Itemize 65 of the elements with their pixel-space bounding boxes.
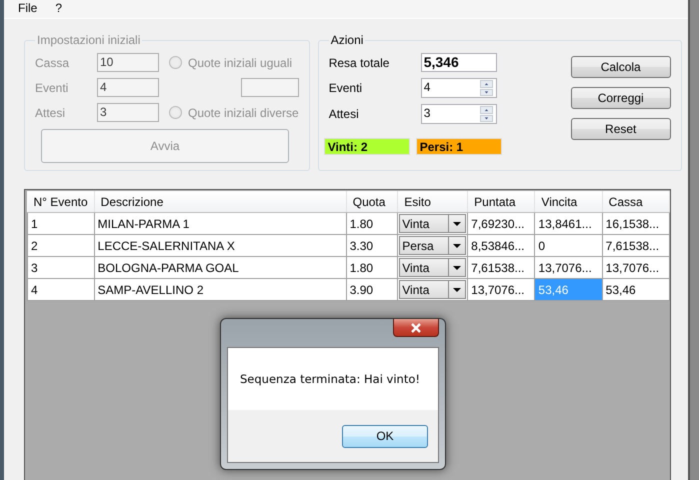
outcome-dropdown[interactable]: Vinta: [399, 280, 466, 299]
outcome-dropdown[interactable]: Vinta: [399, 258, 466, 277]
outcome-dropdown[interactable]: Persa: [399, 236, 466, 255]
table-cell: 53,46: [534, 278, 602, 300]
input-field: [240, 78, 299, 97]
spinner-field[interactable]: 3: [420, 104, 497, 124]
table-cell: MILAN-PARMA 1: [94, 212, 346, 234]
table-cell: BOLOGNA-PARMA GOAL: [94, 256, 346, 278]
field-label: Attesi: [328, 107, 360, 121]
table-cell: 2: [28, 234, 94, 256]
outcome-dropdown[interactable]: Vinta: [399, 214, 466, 233]
table-cell: 7,61538...: [602, 234, 670, 256]
input-field: 3: [97, 103, 159, 122]
caret-icon: [453, 244, 462, 248]
table-cell: 7,69230...: [468, 212, 535, 234]
group-title: Azioni: [330, 33, 364, 47]
table-cell: 0: [534, 234, 602, 256]
field-label: Resa totale: [328, 56, 390, 70]
table-cell: 1.80: [346, 212, 398, 234]
table-cell: 3.90: [346, 278, 398, 300]
column-header[interactable]: Vincita: [534, 191, 602, 212]
field-label: Eventi: [328, 81, 364, 95]
action-button[interactable]: Correggi: [570, 87, 671, 109]
close-button[interactable]: [393, 319, 439, 337]
action-button[interactable]: Reset: [570, 118, 671, 140]
input-field: 10: [97, 53, 159, 72]
table-cell: SAMP-AVELLINO 2: [94, 278, 346, 300]
table-cell: 1: [28, 212, 94, 234]
total-field[interactable]: 5,346: [420, 53, 497, 72]
spinner-field[interactable]: 4: [420, 78, 497, 98]
table-cell: 13,7076...: [468, 278, 535, 300]
table-cell: 3: [28, 256, 94, 278]
close-icon: [410, 322, 422, 332]
column-header[interactable]: Quota: [346, 191, 398, 212]
action-button[interactable]: Calcola: [570, 56, 671, 78]
caret-icon: [453, 288, 462, 292]
caret-icon: [453, 222, 462, 226]
table-cell: 13,8461...: [534, 212, 602, 234]
group-title: Impostazioni iniziali: [36, 33, 142, 47]
dialog-message: Sequenza terminata: Hai vinto!: [240, 372, 420, 386]
table-cell: 13,7076...: [534, 256, 602, 278]
table-cell: 13,7076...: [602, 256, 670, 278]
column-header[interactable]: Puntata: [468, 191, 535, 212]
menu-item[interactable]: ?: [55, 1, 62, 17]
table-cell: LECCE-SALERNITANA X: [94, 234, 346, 256]
caret-icon: [453, 266, 462, 270]
column-header[interactable]: N° Evento: [28, 191, 94, 212]
table-cell: 7,61538...: [468, 256, 535, 278]
table-cell: 53,46: [602, 278, 670, 300]
field-label: Attesi: [35, 106, 66, 120]
table-cell: 3.30: [346, 234, 398, 256]
field-label: Cassa: [35, 56, 70, 70]
table-cell: 8,53846...: [468, 234, 535, 256]
column-header[interactable]: Descrizione: [94, 191, 346, 212]
counter-label: Vinti: 2: [324, 138, 410, 155]
ok-button[interactable]: OK: [342, 424, 428, 448]
counter-label: Persi: 1: [416, 138, 502, 155]
table-cell: 4: [28, 278, 94, 300]
column-header[interactable]: Cassa: [602, 191, 670, 212]
field-label: Eventi: [35, 80, 70, 94]
menu-item[interactable]: File: [18, 1, 38, 17]
column-header[interactable]: Esito: [398, 191, 468, 212]
table-cell: 16,1538...: [602, 212, 670, 234]
input-field: 4: [97, 78, 159, 97]
table-cell: 1.80: [346, 256, 398, 278]
